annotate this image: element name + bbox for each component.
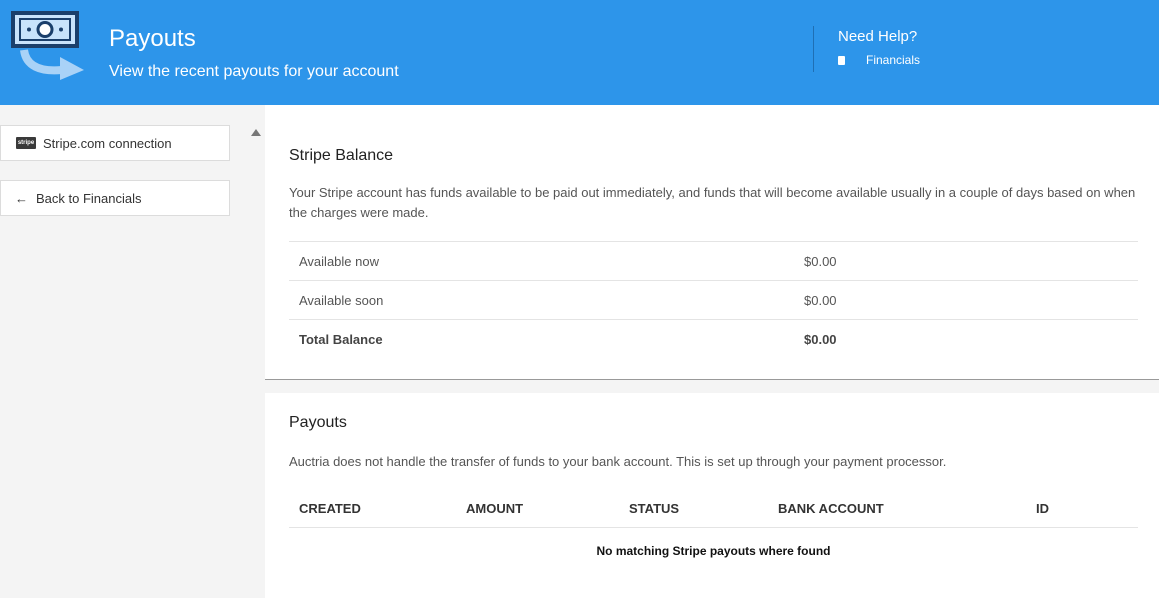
financials-help-label: Financials <box>866 53 921 67</box>
stripe-logo-icon: stripe <box>16 137 36 149</box>
balance-label: Available soon <box>299 293 384 308</box>
column-header-status[interactable]: STATUS <box>629 501 679 516</box>
page-header: Payouts View the recent payouts for your… <box>0 0 1159 105</box>
balance-value: $0.00 <box>804 254 837 269</box>
balance-total-row: Total Balance $0.00 <box>289 319 1138 358</box>
sidebar: stripe Stripe.com connection ← Back to F… <box>0 105 249 598</box>
book-icon <box>838 55 845 65</box>
help-title: Need Help? <box>838 28 918 45</box>
stripe-balance-description: Your Stripe account has funds available … <box>289 185 1136 220</box>
financials-help-link[interactable]: Financials <box>838 53 920 67</box>
balance-label: Available now <box>299 254 379 269</box>
page-title: Payouts <box>109 25 196 52</box>
stripe-connection-label: Stripe.com connection <box>43 135 172 151</box>
section-divider <box>265 379 1159 380</box>
payouts-title: Payouts <box>289 414 347 431</box>
balance-label: Total Balance <box>299 332 383 347</box>
column-header-amount[interactable]: AMOUNT <box>466 501 523 516</box>
scroll-up-arrow[interactable] <box>251 129 261 136</box>
back-to-financials-button[interactable]: ← Back to Financials <box>0 180 230 216</box>
stripe-balance-panel: Stripe Balance Your Stripe account has f… <box>265 105 1159 379</box>
table-header-divider <box>289 527 1138 528</box>
balance-row: Available now $0.00 <box>289 241 1138 280</box>
payout-money-icon <box>11 11 84 80</box>
header-divider <box>813 26 814 72</box>
page-subtitle: View the recent payouts for your account <box>109 63 399 80</box>
column-header-id[interactable]: ID <box>1036 501 1049 516</box>
stripe-balance-title: Stripe Balance <box>289 147 394 164</box>
balance-value: $0.00 <box>804 332 837 347</box>
balance-value: $0.00 <box>804 293 837 308</box>
column-header-created[interactable]: CREATED <box>299 501 361 516</box>
column-header-bank-account[interactable]: BANK ACCOUNT <box>778 501 884 516</box>
balance-row: Available soon $0.00 <box>289 280 1138 319</box>
payouts-description: Auctria does not handle the transfer of … <box>289 454 947 469</box>
stripe-connection-button[interactable]: stripe Stripe.com connection <box>0 125 230 161</box>
arrow-left-icon: ← <box>15 190 28 206</box>
empty-payouts-message: No matching Stripe payouts where found <box>596 544 831 558</box>
back-to-financials-label: Back to Financials <box>36 190 142 206</box>
payouts-panel: Payouts Auctria does not handle the tran… <box>265 393 1159 598</box>
